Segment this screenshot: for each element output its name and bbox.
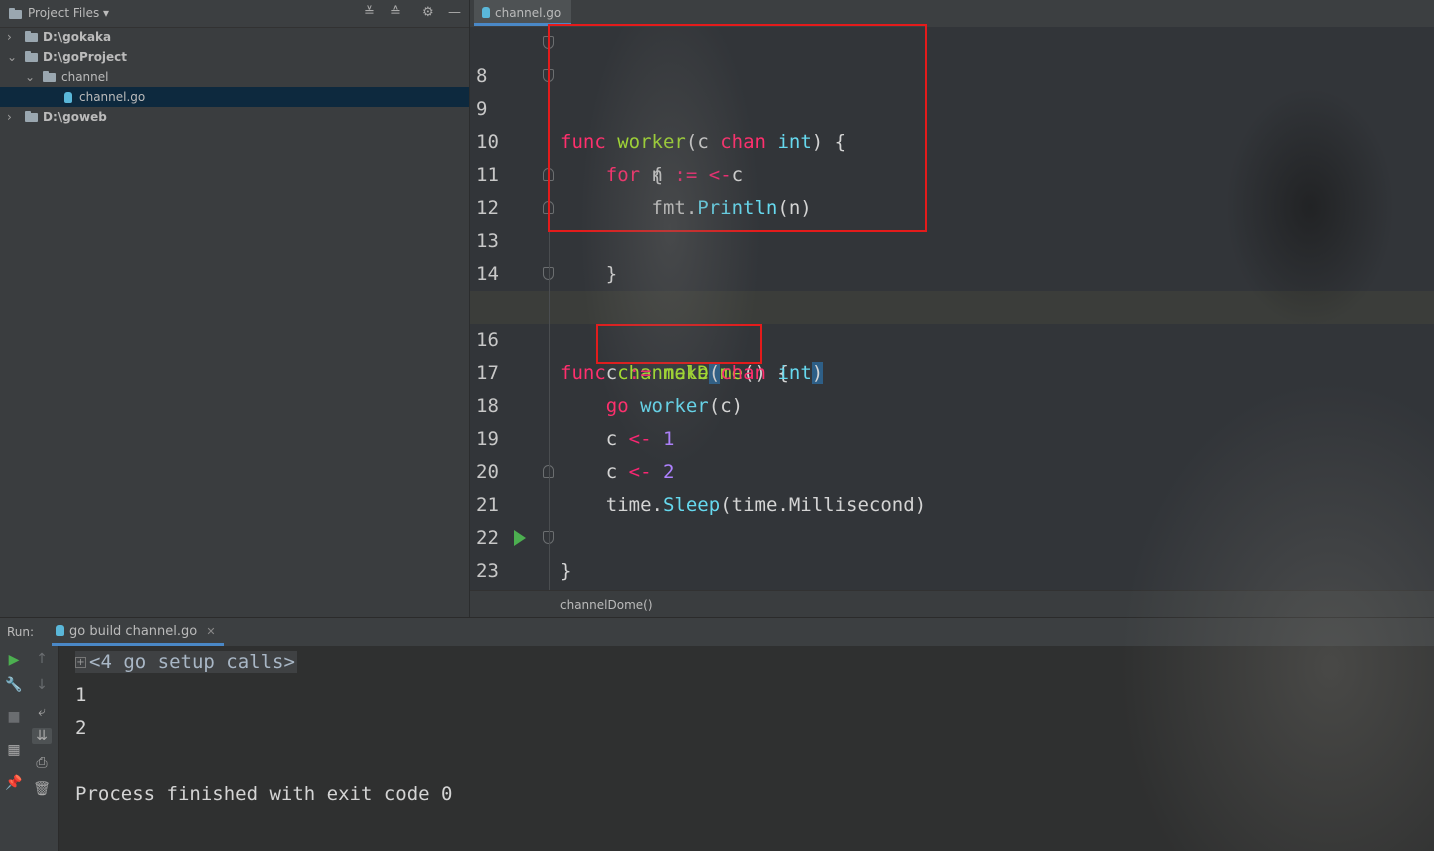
wrench-icon[interactable]: 🔧 (4, 677, 24, 693)
trash-icon[interactable]: 🗑 (32, 781, 52, 797)
project-view-selector[interactable]: Project Files ▾ (28, 6, 109, 20)
tree-item-label: channel.go (79, 90, 146, 104)
code-line: 24 channelDome() (470, 555, 1434, 588)
code-line: 19 c <- 2 (470, 390, 1434, 483)
play-icon[interactable]: ▶ (4, 652, 24, 668)
highlight-box-go-worker (596, 324, 762, 364)
arrow-up-icon[interactable]: ↑ (32, 651, 52, 667)
go-file-icon (56, 625, 64, 636)
play-icon[interactable] (514, 530, 526, 546)
code-line-current: 16 c := make(chan int) (470, 291, 1434, 384)
tree-item-goweb[interactable]: › D:\goweb (0, 107, 469, 127)
tree-item-channel-go[interactable]: channel.go (0, 87, 469, 107)
process-finished-message: Process finished with exit code 0 (75, 783, 453, 805)
code-line: 21 } (470, 456, 1434, 582)
scroll-to-end-icon[interactable]: ⇊ (32, 728, 52, 744)
print-icon[interactable]: ⎙ (32, 755, 52, 771)
go-file-icon (482, 7, 490, 18)
tree-item-label: D:\gokaka (43, 30, 112, 44)
tree-item-gokaka[interactable]: › D:\gokaka (0, 27, 469, 47)
gear-icon[interactable]: ⚙ (422, 5, 434, 20)
tree-item-label: D:\goweb (43, 110, 107, 124)
console-output[interactable]: + <4 go setup calls> 1 2 Process finished… (59, 646, 1434, 851)
console-line: 1 (75, 684, 87, 706)
close-icon[interactable]: ✕ (206, 625, 215, 638)
tree-item-label: channel (61, 70, 109, 84)
collapse-all-icon[interactable]: ≙ (390, 5, 401, 20)
tab-channel-go[interactable]: channel.go (474, 0, 572, 26)
code-line: 22 (470, 489, 1434, 549)
chevron-down-icon[interactable]: ⌄ (25, 67, 35, 87)
soft-wrap-icon[interactable]: ⤶ (32, 704, 52, 720)
setup-calls-fold[interactable]: + <4 go setup calls> (75, 646, 297, 679)
stop-icon[interactable]: ■ (4, 709, 24, 725)
breadcrumb: channelDome() (470, 590, 1434, 618)
chevron-right-icon[interactable]: › (7, 27, 12, 47)
run-toolbar: ▶ ↑ 🔧 ↓ ■ ⤶ ▦ ⇊ ⎙ 📌 🗑 (0, 646, 59, 851)
breadcrumb-item[interactable]: channelDome() (560, 598, 653, 612)
go-file-icon (64, 92, 72, 103)
folder-icon (25, 111, 38, 122)
expand-all-icon[interactable]: ≚ (364, 5, 375, 20)
tree-item-goproject[interactable]: ⌄ D:\goProject (0, 47, 469, 67)
folder-icon (25, 51, 38, 62)
run-panel-header: Run: go build channel.go ✕ (0, 617, 1434, 647)
code-line: 20 time.Sleep(time.Millisecond) (470, 423, 1434, 516)
tree-item-label: D:\goProject (43, 50, 128, 64)
code-line: 15 func channelDome() { (470, 258, 1434, 384)
pin-icon[interactable]: 📌 (4, 775, 24, 791)
chevron-down-icon[interactable]: ⌄ (7, 47, 17, 67)
code-line: 23 func main() { (470, 522, 1434, 582)
console-line: 2 (75, 717, 87, 739)
hide-panel-icon[interactable]: — (448, 5, 461, 20)
layout-icon[interactable]: ▦ (4, 742, 24, 758)
highlight-box-worker-func (548, 24, 927, 232)
folder-icon (25, 31, 38, 42)
tree-item-channel[interactable]: ⌄ channel (0, 67, 469, 87)
expand-icon[interactable]: + (75, 657, 86, 668)
arrow-down-icon[interactable]: ↓ (32, 677, 52, 693)
run-label: Run: (7, 625, 35, 639)
project-panel-header: Project Files ▾ ≚ ≙ ⚙ — (0, 0, 469, 28)
folder-icon (9, 8, 22, 19)
run-tab[interactable]: go build channel.go ✕ (52, 618, 224, 646)
chevron-right-icon[interactable]: › (7, 107, 12, 127)
folder-icon (43, 71, 56, 82)
